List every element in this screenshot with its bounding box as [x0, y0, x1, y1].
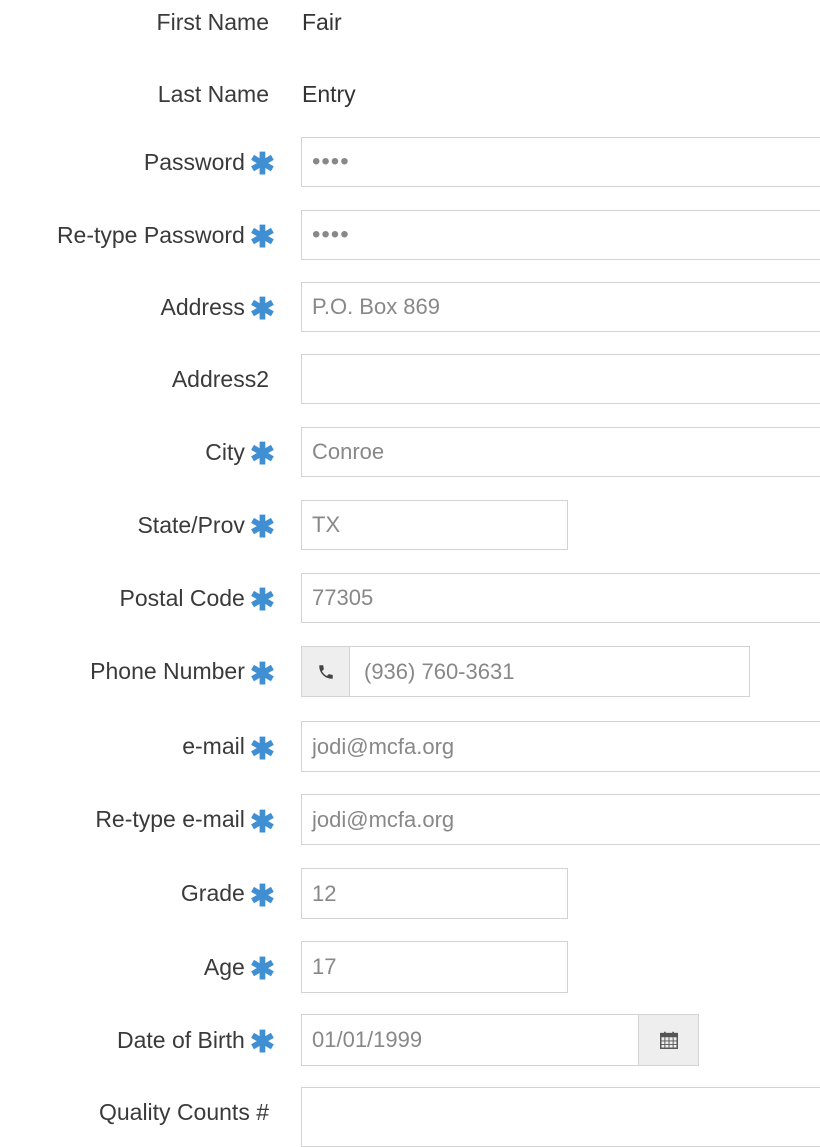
- dob-value: 01/01/1999: [312, 1027, 423, 1052]
- city-label: City ✱: [205, 427, 275, 477]
- password-row: Password ✱ ••••: [0, 137, 820, 187]
- last-name-row: Last Name Entry: [0, 74, 820, 114]
- registration-form: First Name Fair Last Name Entry Password…: [0, 0, 820, 1147]
- retype-password-value: ••••: [312, 221, 350, 248]
- postal-code-input[interactable]: 77305: [301, 573, 820, 623]
- grade-label-text: Grade: [180, 880, 245, 906]
- retype-email-input[interactable]: jodi@mcfa.org: [301, 794, 820, 845]
- phone-icon: [302, 647, 350, 696]
- email-row: e-mail ✱ jodi@mcfa.org: [0, 721, 820, 772]
- phone-label-text: Phone Number: [90, 658, 245, 684]
- password-input[interactable]: ••••: [301, 137, 820, 187]
- quality-counts-label: Quality Counts #: [98, 1099, 269, 1125]
- address2-input[interactable]: [301, 354, 820, 404]
- phone-row: Phone Number ✱ (936) 760-3631: [0, 646, 820, 697]
- address-label-text: Address: [160, 293, 245, 320]
- postal-code-label: Postal Code ✱: [120, 573, 275, 623]
- asterisk-icon: ✱: [249, 221, 275, 254]
- phone-value: (936) 760-3631: [364, 658, 515, 684]
- asterisk-icon: ✱: [249, 584, 275, 617]
- state-input[interactable]: TX: [301, 500, 568, 550]
- first-name-row: First Name Fair: [0, 2, 820, 42]
- address-row: Address ✱ P.O. Box 869: [0, 282, 820, 332]
- asterisk-icon: ✱: [249, 1026, 275, 1059]
- address2-label: Address2: [171, 365, 269, 392]
- last-name-label: Last Name: [157, 80, 269, 107]
- retype-password-input[interactable]: ••••: [301, 210, 820, 260]
- age-row: Age ✱ 17: [0, 941, 820, 993]
- quality-counts-row: Quality Counts #: [0, 1087, 820, 1147]
- grade-label: Grade ✱: [181, 868, 275, 919]
- phone-input[interactable]: (936) 760-3631: [301, 646, 750, 697]
- asterisk-icon: ✱: [249, 148, 275, 181]
- state-row: State/Prov ✱ TX: [0, 500, 820, 550]
- age-label: Age ✱: [204, 941, 275, 993]
- asterisk-icon: ✱: [249, 805, 275, 839]
- calendar-icon[interactable]: [638, 1015, 698, 1065]
- asterisk-icon: ✱: [249, 879, 275, 913]
- grade-input[interactable]: 12: [301, 868, 568, 919]
- retype-email-row: Re-type e-mail ✱ jodi@mcfa.org: [0, 794, 820, 845]
- asterisk-icon: ✱: [249, 953, 275, 986]
- dob-label: Date of Birth ✱: [117, 1014, 275, 1066]
- state-label: State/Prov ✱: [137, 500, 275, 550]
- age-label-text: Age: [203, 953, 245, 980]
- address-input[interactable]: P.O. Box 869: [301, 282, 820, 332]
- last-name-value: Entry: [302, 80, 356, 107]
- first-name-label: First Name: [156, 8, 269, 35]
- email-label: e-mail ✱: [182, 721, 275, 772]
- email-input[interactable]: jodi@mcfa.org: [301, 721, 820, 772]
- dob-label-text: Date of Birth: [117, 1026, 245, 1053]
- retype-password-label: Re-type Password ✱: [57, 210, 275, 260]
- address-label: Address ✱: [160, 282, 275, 332]
- asterisk-icon: ✱: [249, 438, 275, 471]
- phone-label: Phone Number ✱: [90, 646, 275, 697]
- retype-email-label-text: Re-type e-mail: [95, 806, 245, 832]
- retype-password-row: Re-type Password ✱ ••••: [0, 210, 820, 260]
- city-input[interactable]: Conroe: [301, 427, 820, 477]
- asterisk-icon: ✱: [249, 293, 275, 326]
- asterisk-icon: ✱: [249, 511, 275, 544]
- grade-row: Grade ✱ 12: [0, 868, 820, 919]
- asterisk-icon: ✱: [249, 657, 275, 691]
- password-label: Password ✱: [144, 137, 275, 187]
- state-label-text: State/Prov: [137, 511, 245, 538]
- address2-row: Address2: [0, 354, 820, 404]
- city-row: City ✱ Conroe: [0, 427, 820, 477]
- first-name-value: Fair: [302, 8, 342, 35]
- age-input[interactable]: 17: [301, 941, 568, 993]
- email-label-text: e-mail: [182, 733, 245, 759]
- postal-code-row: Postal Code ✱ 77305: [0, 573, 820, 623]
- dob-row: Date of Birth ✱ 01/01/1999: [0, 1014, 820, 1066]
- retype-email-label: Re-type e-mail ✱: [95, 794, 275, 845]
- password-label-text: Password: [143, 148, 245, 175]
- city-label-text: City: [205, 438, 245, 465]
- password-value: ••••: [312, 148, 350, 175]
- asterisk-icon: ✱: [249, 732, 275, 766]
- quality-counts-input[interactable]: [301, 1087, 820, 1147]
- postal-code-label-text: Postal Code: [119, 584, 245, 611]
- retype-password-label-text: Re-type Password: [56, 221, 245, 248]
- dob-input[interactable]: 01/01/1999: [301, 1014, 699, 1066]
